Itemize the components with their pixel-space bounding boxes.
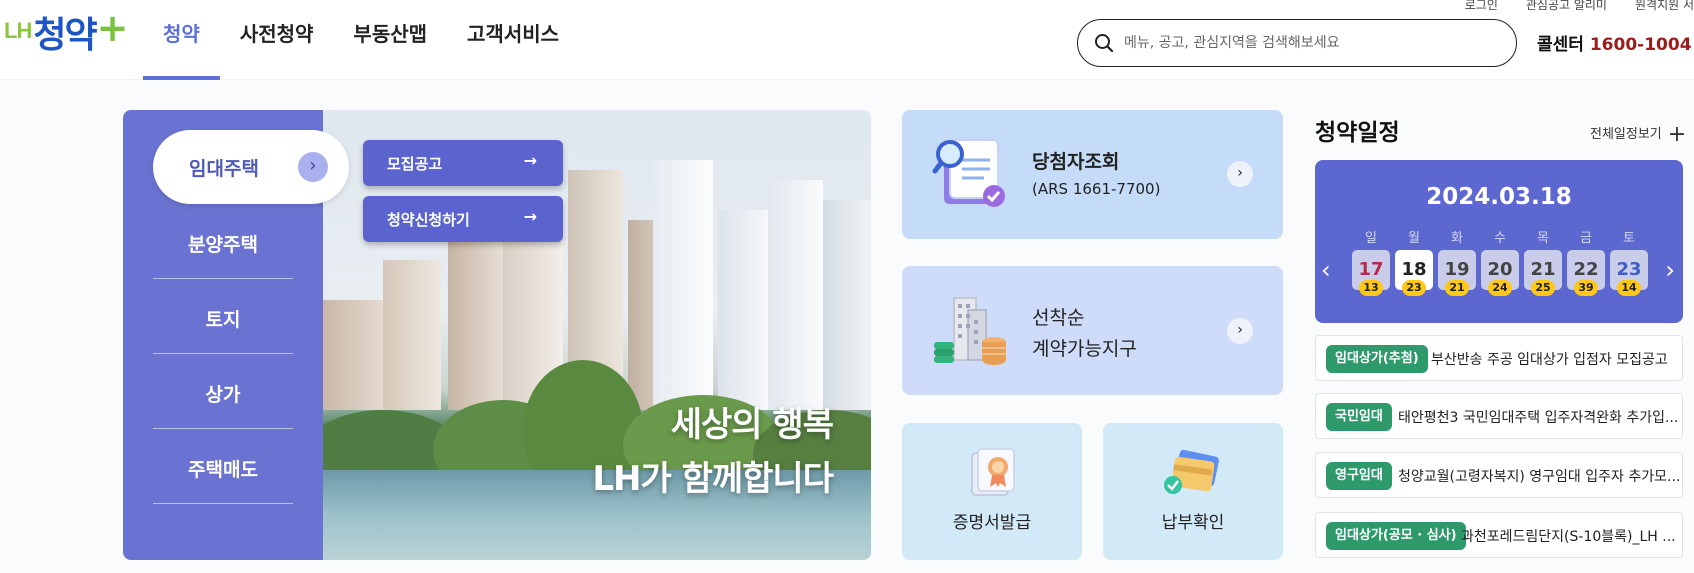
calendar-weekday: 금: [1580, 231, 1592, 246]
main-nav: 청약 사전청약 부동산맵 고객서비스: [143, 0, 599, 80]
calendar-weekday: 토: [1623, 231, 1635, 246]
arrow-right-icon: →: [523, 151, 537, 170]
recruitment-notice-label: 모집공고: [387, 155, 443, 173]
calendar-date: 2024.03.18: [1426, 184, 1572, 210]
calendar-count-badge: 25: [1531, 280, 1555, 296]
notice-item[interactable]: 임대상가(공모 · 심사) 과천포레드림단지(S-10블록)_LH ...: [1315, 512, 1683, 558]
category-commercial[interactable]: 상가: [153, 380, 293, 407]
logo-lh: LH: [4, 18, 32, 43]
divider: [153, 503, 293, 504]
login-link[interactable]: 로그인: [1465, 0, 1498, 13]
notice-item[interactable]: 영구임대 청양교월(고령자복지) 영구임대 입주자 추가모...: [1315, 452, 1683, 498]
category-house-sale[interactable]: 주택매도: [153, 455, 293, 482]
logo-plus: +: [96, 6, 129, 50]
calendar-weekday: 일: [1365, 231, 1377, 246]
calendar-weekday: 수: [1494, 231, 1506, 246]
payment-check-label: 납부확인: [1161, 513, 1225, 533]
view-all-schedule-label: 전체일정보기: [1590, 127, 1662, 142]
search-box: [1077, 19, 1517, 67]
certificate-label: 증명서발급: [952, 513, 1032, 533]
chevron-right-icon: ›: [1227, 161, 1253, 187]
calendar-day[interactable]: 금 22 39: [1567, 228, 1605, 296]
callcenter-label: 콜센터: [1537, 35, 1584, 55]
calendar-count-badge: 39: [1574, 280, 1598, 296]
certificate-card[interactable]: 증명서발급: [902, 423, 1082, 560]
banner-headline-line-2: LH가 함께합니다: [592, 459, 834, 499]
chevron-right-icon[interactable]: ›: [1665, 256, 1675, 284]
winner-lookup-title: 당첨자조회: [1032, 151, 1120, 173]
notice-item[interactable]: 국민임대 태안평천3 국민임대주택 입주자격완화 추가입...: [1315, 393, 1683, 439]
schedule-title: 청약일정: [1315, 120, 1400, 146]
winner-lookup-card[interactable]: 당첨자조회 (ARS 1661-7700) ›: [902, 110, 1283, 239]
notice-title: 청양교월(고령자복지) 영구임대 입주자 추가모...: [1398, 469, 1681, 485]
divider: [153, 428, 293, 429]
payment-check-icon: [1164, 449, 1219, 494]
notice-tag: 국민임대: [1326, 403, 1392, 431]
notice-item[interactable]: 임대상가(추첨) 부산반송 주공 임대상가 입점자 모집공고: [1315, 335, 1683, 381]
remote-support-link[interactable]: 원격지원 서: [1635, 0, 1694, 13]
notice-title: 부산반송 주공 임대상가 입점자 모집공고: [1431, 352, 1668, 368]
nav-pre-subscription[interactable]: 사전청약: [240, 0, 314, 80]
search-input[interactable]: [1124, 28, 1504, 58]
page: { "header": { "util_links": ["로그인", "관심공…: [0, 0, 1694, 573]
calendar-day[interactable]: 화 19 21: [1438, 228, 1476, 296]
view-all-schedule-link[interactable]: 전체일정보기 +: [1590, 119, 1687, 147]
chevron-right-icon: ›: [1227, 318, 1253, 344]
calendar-day[interactable]: 월 18 23: [1395, 228, 1433, 296]
payment-check-card[interactable]: 납부확인: [1103, 423, 1283, 560]
recruitment-notice-button[interactable]: 모집공고 →: [363, 140, 563, 186]
calendar-count-badge: 13: [1359, 280, 1383, 296]
apply-subscription-label: 청약신청하기: [387, 211, 470, 229]
divider: [153, 353, 293, 354]
header: 로그인 관심공고 알리미 원격지원 서 LH 청약 + 청약 사전청약 부동산맵…: [0, 0, 1694, 80]
utility-links: 로그인 관심공고 알리미 원격지원 서: [1465, 0, 1694, 13]
schedule-calendar: 2024.03.18 ‹ › 일 17 13 월 18 23 화 19 21 수…: [1315, 160, 1683, 323]
notice-tag: 영구임대: [1326, 462, 1392, 490]
certificate-icon: [971, 448, 1015, 496]
logo[interactable]: LH 청약 +: [4, 6, 129, 62]
calendar-day[interactable]: 토 23 14: [1610, 228, 1648, 296]
calendar-count-badge: 23: [1402, 280, 1426, 296]
nav-customer-service[interactable]: 고객서비스: [467, 0, 559, 80]
calendar-day[interactable]: 일 17 13: [1352, 228, 1390, 296]
calendar-day[interactable]: 목 21 25: [1524, 228, 1562, 296]
calendar-weekday: 월: [1408, 231, 1420, 246]
notice-tag: 임대상가(추첨): [1326, 345, 1428, 373]
notice-title: 과천포레드림단지(S-10블록)_LH ...: [1461, 529, 1676, 545]
notice-alarm-link[interactable]: 관심공고 알리미: [1526, 0, 1607, 13]
first-come-title-line-1: 선착순: [1032, 307, 1085, 329]
category-sale-housing[interactable]: 분양주택: [153, 230, 293, 257]
divider: [153, 278, 293, 279]
calendar-count-badge: 14: [1617, 280, 1641, 296]
category-land[interactable]: 토지: [153, 305, 293, 332]
chevron-right-icon: ›: [298, 152, 328, 182]
logo-title: 청약: [33, 15, 97, 56]
nav-subscription[interactable]: 청약: [143, 0, 220, 80]
nav-real-estate-map[interactable]: 부동산맵: [353, 0, 427, 80]
callcenter: 콜센터 1600-1004 |: [1537, 30, 1694, 55]
banner-headline-line-1: 세상의 행복: [670, 405, 834, 445]
winner-lookup-ars: (ARS 1661-7700): [1032, 180, 1161, 198]
callcenter-number[interactable]: 1600-1004: [1590, 35, 1692, 55]
document-search-icon: [932, 139, 1005, 207]
arrow-right-icon: →: [523, 207, 537, 226]
calendar-day[interactable]: 수 20 24: [1481, 228, 1519, 296]
calendar-count-badge: 21: [1445, 280, 1469, 296]
calendar-weekday: 목: [1537, 231, 1549, 246]
banner-headline: 세상의 행복 LH가 함께합니다: [592, 398, 834, 506]
notice-title: 태안평천3 국민임대주택 입주자격완화 추가입...: [1398, 410, 1679, 426]
notice-tag: 임대상가(공모 · 심사): [1326, 522, 1466, 550]
apartment-coins-icon: [934, 297, 1006, 365]
first-come-title-line-2: 계약가능지구: [1032, 338, 1137, 360]
plus-icon: +: [1667, 122, 1687, 147]
category-active-label: 임대주택: [189, 158, 259, 180]
calendar-count-badge: 24: [1488, 280, 1512, 296]
chevron-left-icon[interactable]: ‹: [1321, 256, 1331, 284]
search-icon[interactable]: [1094, 33, 1114, 53]
calendar-weekday: 화: [1451, 231, 1463, 246]
category-rental-housing[interactable]: 임대주택 ›: [153, 130, 349, 204]
apply-subscription-button[interactable]: 청약신청하기 →: [363, 196, 563, 242]
first-come-card[interactable]: 선착순 계약가능지구 ›: [902, 266, 1283, 395]
